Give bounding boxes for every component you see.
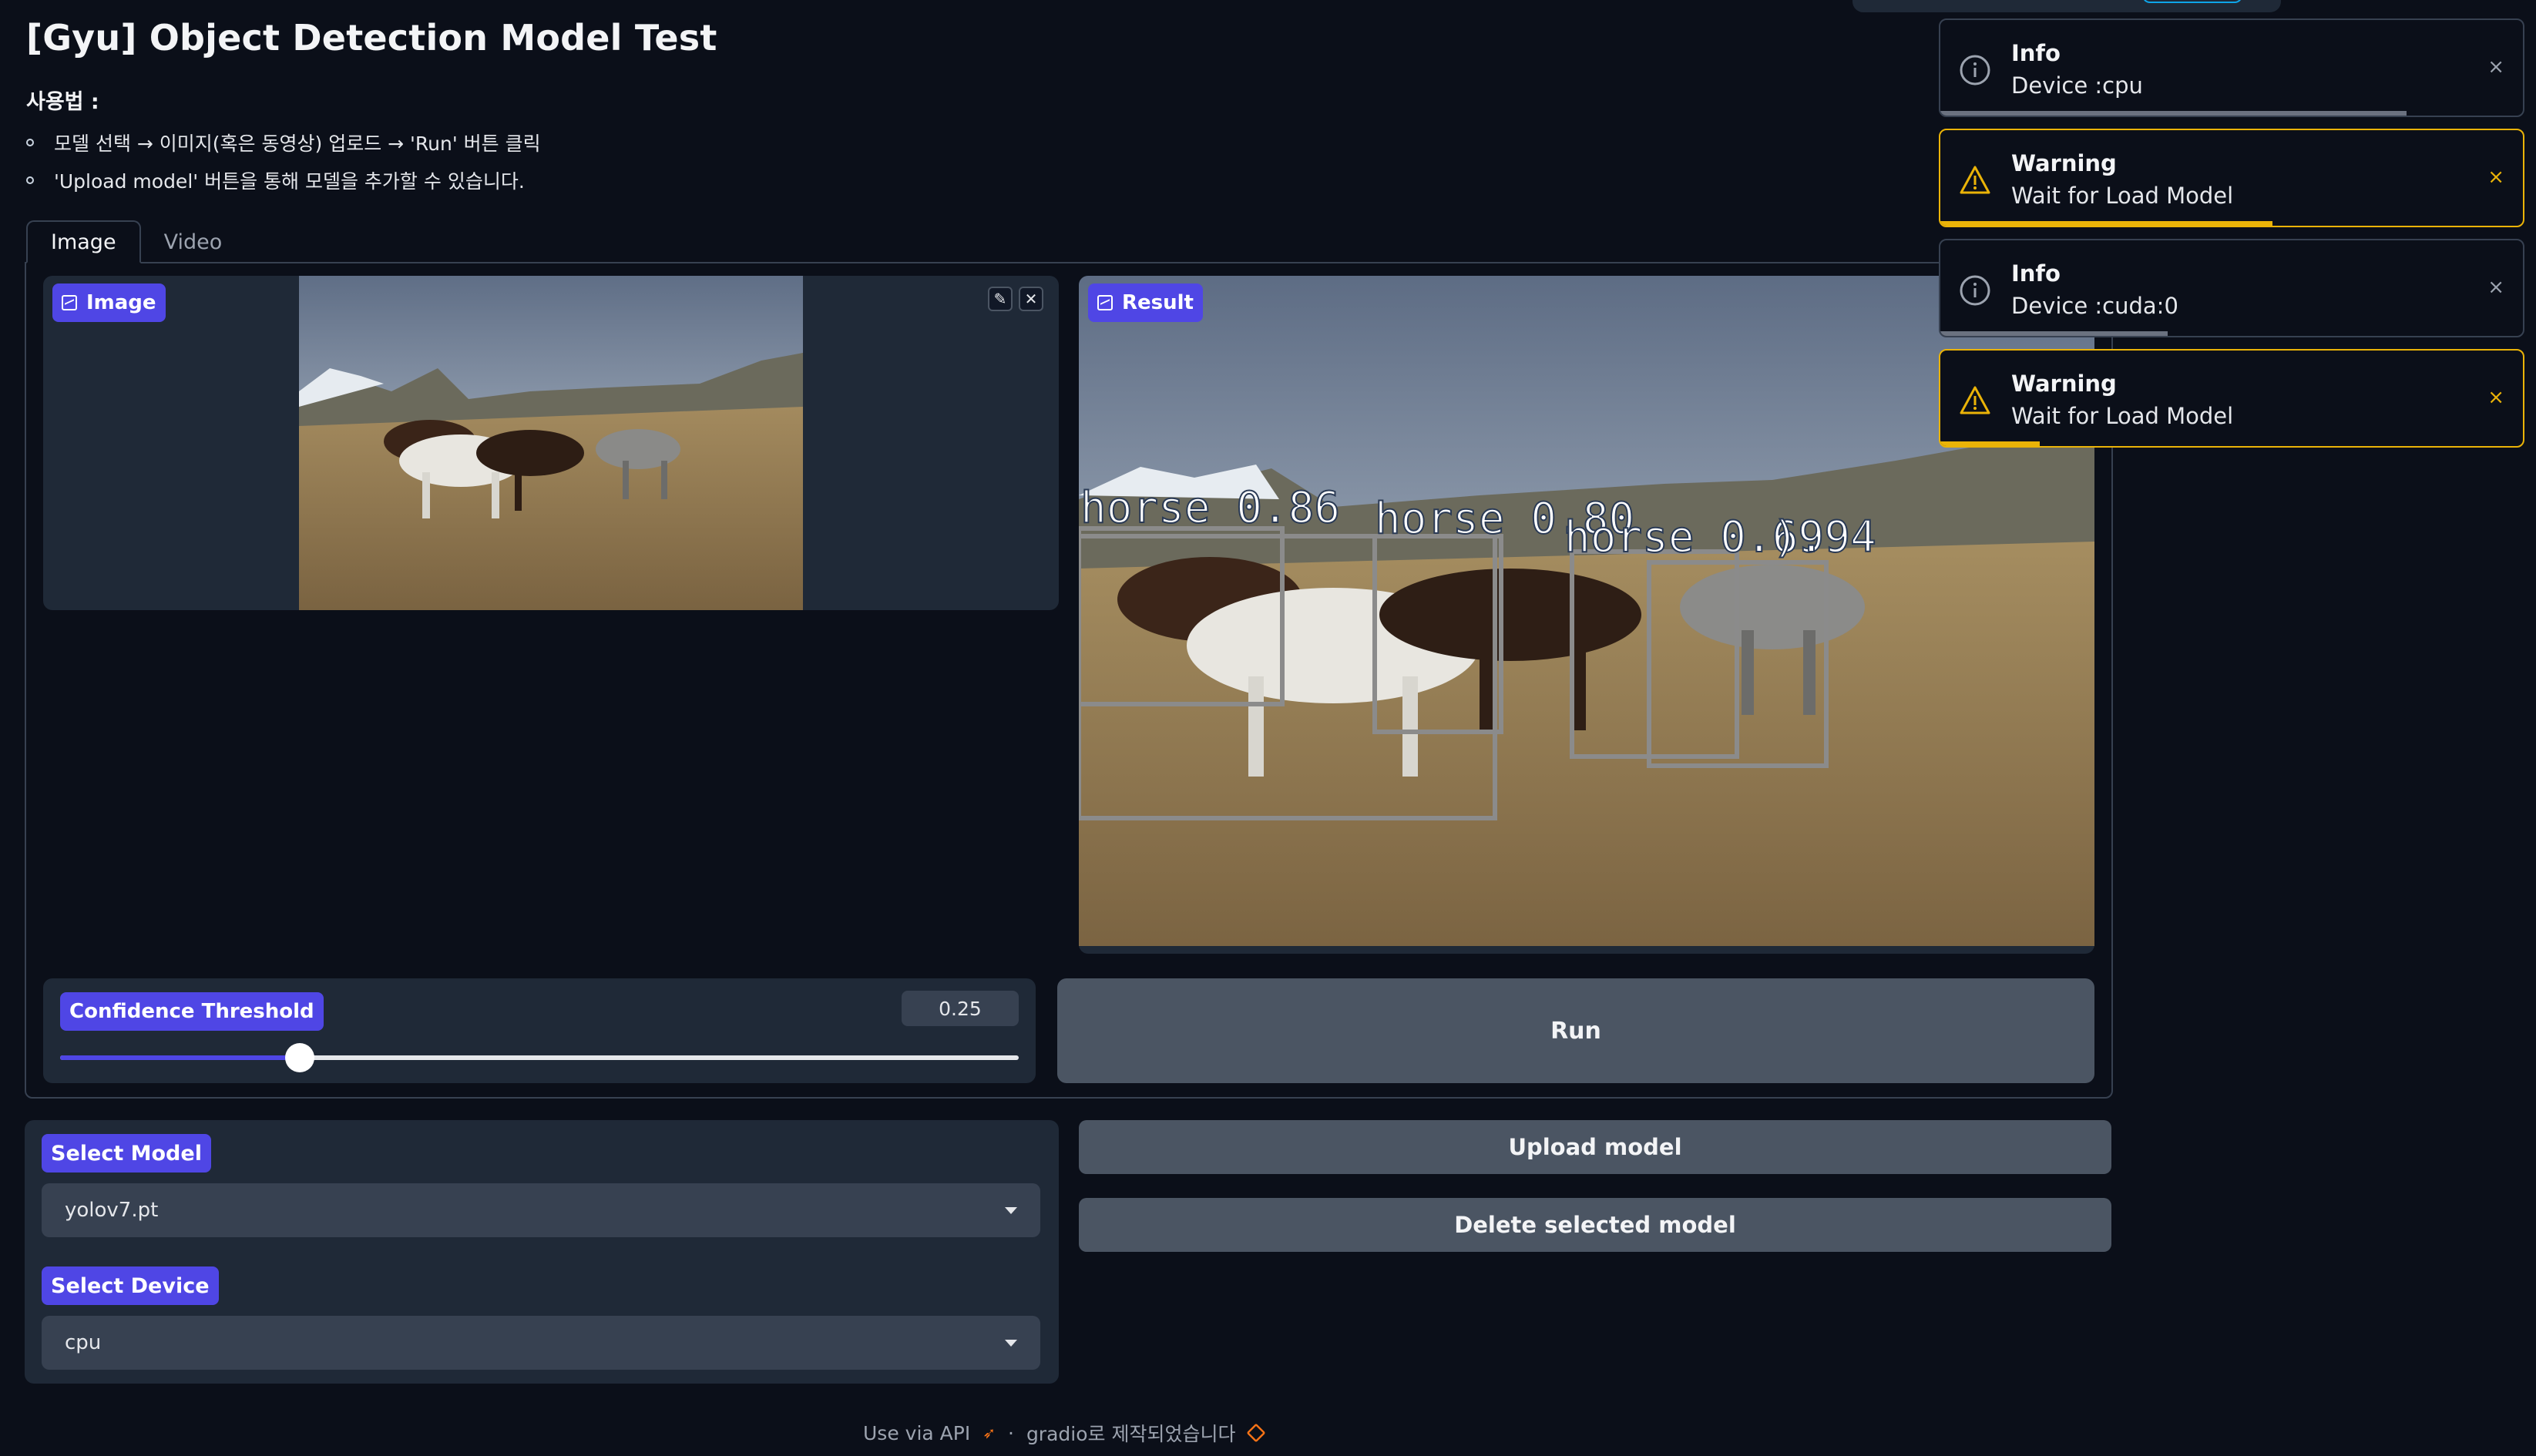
- image-icon: [1097, 295, 1113, 310]
- device-dropdown[interactable]: cpu: [42, 1316, 1040, 1370]
- confidence-label: Confidence Threshold: [60, 992, 324, 1031]
- warning-icon: [1960, 166, 1990, 194]
- toast-progress: [1940, 221, 2272, 226]
- rocket-icon: ➶: [982, 1424, 996, 1442]
- model-dropdown-value: yolov7.pt: [65, 1199, 159, 1222]
- confidence-slider-block: Confidence Threshold: [43, 978, 1036, 1083]
- gradio-logo-icon: [1247, 1423, 1266, 1443]
- bullet-icon: [26, 176, 34, 184]
- pencil-icon: ✎: [993, 290, 1007, 308]
- delete-model-button[interactable]: Delete selected model: [1079, 1198, 2111, 1252]
- toast-title: Warning: [2011, 150, 2117, 176]
- footer: Use via API ➶ · gradio로 제작되었습니다: [863, 1419, 1266, 1447]
- toast-info: Info Device :cpu ×: [1939, 18, 2524, 117]
- close-icon[interactable]: ×: [2487, 55, 2504, 79]
- toast-title: Info: [2011, 260, 2061, 287]
- select-model-label: Select Model: [42, 1134, 211, 1173]
- page-title: [Gyu] Object Detection Model Test: [26, 17, 717, 59]
- image-icon: [62, 295, 77, 310]
- image-label: Image: [52, 283, 166, 322]
- toast-warning: Warning Wait for Load Model ×: [1939, 129, 2524, 227]
- image-input[interactable]: Image ✎ ✕: [43, 276, 1059, 610]
- upload-model-button[interactable]: Upload model: [1079, 1120, 2111, 1174]
- slider-fill: [60, 1055, 300, 1060]
- info-icon: [1960, 55, 1990, 86]
- toast-warning: Warning Wait for Load Model ×: [1939, 349, 2524, 448]
- detection-label: ).94: [1772, 512, 1876, 562]
- tab-bar: Image Video: [26, 220, 245, 263]
- toast-info: Info Device :cuda:0 ×: [1939, 239, 2524, 337]
- built-with-gradio-link[interactable]: gradio로 제작되었습니다: [1026, 1419, 1236, 1447]
- result-label: Result: [1088, 283, 1203, 322]
- bullet-icon: [26, 138, 34, 146]
- device-dropdown-value: cpu: [65, 1331, 102, 1354]
- close-icon[interactable]: ×: [2487, 386, 2504, 409]
- toast-progress: [1940, 441, 2040, 446]
- footer-separator: ·: [1007, 1421, 1014, 1444]
- tab-image[interactable]: Image: [26, 220, 141, 263]
- input-image: [299, 276, 803, 610]
- toast-message: Device :cpu: [2011, 72, 2143, 99]
- toast-title: Warning: [2011, 371, 2117, 397]
- tab-video[interactable]: Video: [141, 220, 246, 263]
- use-via-api-link[interactable]: Use via API: [863, 1422, 970, 1444]
- usage-list: 모델 선택 → 이미지(혹은 동영상) 업로드 → 'Run' 버튼 클릭 'U…: [26, 123, 541, 199]
- toast-progress: [1940, 331, 2168, 336]
- toast-message: Device :cuda:0: [2011, 293, 2178, 319]
- close-icon: ✕: [1024, 290, 1038, 308]
- edit-button[interactable]: ✎: [988, 287, 1013, 311]
- select-device-label: Select Device: [42, 1266, 219, 1305]
- detection-label: horse 0.86: [1080, 483, 1340, 533]
- toast-message: Wait for Load Model: [2011, 183, 2234, 209]
- run-button[interactable]: Run: [1057, 978, 2094, 1083]
- usage-item: 'Upload model' 버튼을 통해 모델을 추가할 수 있습니다.: [26, 161, 541, 199]
- toast-progress: [1940, 111, 2407, 116]
- toast-message: Wait for Load Model: [2011, 403, 2234, 429]
- chevron-down-icon: [1005, 1206, 1017, 1214]
- close-icon[interactable]: ×: [2487, 166, 2504, 189]
- close-icon[interactable]: ×: [2487, 276, 2504, 299]
- model-dropdown[interactable]: yolov7.pt: [42, 1183, 1040, 1237]
- chevron-down-icon: [1005, 1339, 1017, 1347]
- slider-thumb[interactable]: [285, 1043, 314, 1072]
- usage-label: 사용법 :: [26, 90, 99, 114]
- usage-item: 모델 선택 → 이미지(혹은 동영상) 업로드 → 'Run' 버튼 클릭: [26, 123, 541, 161]
- toast-title: Info: [2011, 40, 2061, 66]
- clear-image-button[interactable]: ✕: [1019, 287, 1043, 311]
- top-overlay-accent: [2142, 0, 2242, 3]
- warning-icon: [1960, 386, 1990, 414]
- info-icon: [1960, 275, 1990, 306]
- confidence-number-input[interactable]: 0.25: [902, 991, 1019, 1026]
